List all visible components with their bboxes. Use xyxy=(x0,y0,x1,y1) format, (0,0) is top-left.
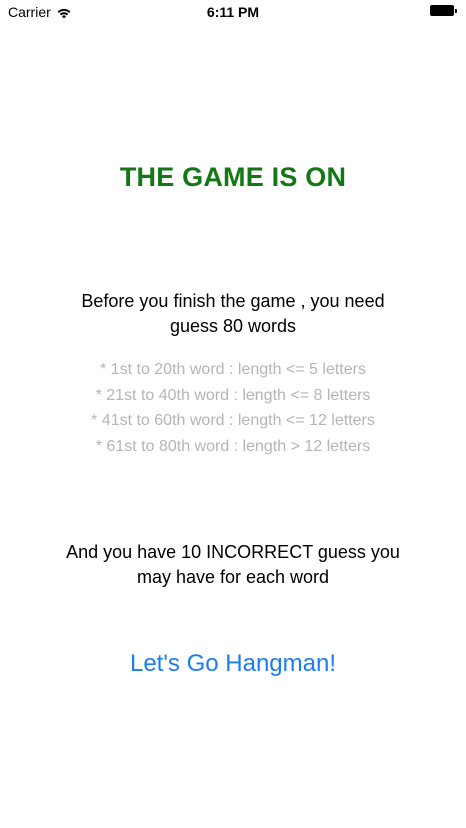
status-time: 6:11 PM xyxy=(206,4,260,20)
incorrect-note-line-2: may have for each word xyxy=(136,567,330,587)
rule-line: * 61st to 80th word : length > 12 letter… xyxy=(95,438,371,456)
rule-line: * 41st to 60th word : length <= 12 lette… xyxy=(91,412,375,430)
status-bar: Carrier 6:11 PM xyxy=(0,0,466,24)
battery-icon xyxy=(430,5,458,17)
incorrect-note-line-1: And you have 10 INCORRECT guess you xyxy=(66,542,400,562)
battery-body xyxy=(430,5,454,16)
intro-text: Before you finish the game , you need gu… xyxy=(0,289,466,339)
intro-line-1: Before you finish the game , you need xyxy=(81,291,385,311)
battery-tip xyxy=(455,9,457,13)
incorrect-guess-note: And you have 10 INCORRECT guess you may … xyxy=(0,540,466,590)
rule-line: * 21st to 40th word : length <= 8 letter… xyxy=(95,386,371,404)
rule-line: * 1st to 20th word : length <= 5 letters xyxy=(100,361,366,378)
game-title: THE GAME IS ON xyxy=(119,162,347,192)
start-game-button[interactable]: Let's Go Hangman! xyxy=(0,650,466,678)
rules-list: * 1st to 20th word : length <= 5 letters… xyxy=(0,357,466,460)
intro-line-2: guess 80 words xyxy=(169,316,297,336)
